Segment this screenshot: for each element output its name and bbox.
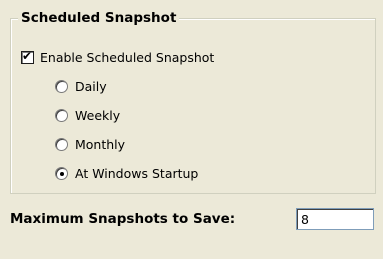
max-snapshots-input[interactable]: 8 bbox=[296, 208, 374, 230]
radio-daily-label: Daily bbox=[75, 79, 107, 94]
radio-circle[interactable] bbox=[55, 109, 68, 122]
radio-monthly-label: Monthly bbox=[75, 137, 126, 152]
group-title: Scheduled Snapshot bbox=[18, 10, 180, 26]
radio-selected-dot-icon bbox=[59, 171, 64, 176]
checkbox-box[interactable]: ✔ bbox=[21, 49, 34, 64]
enable-scheduled-snapshot-checkbox[interactable]: ✔ Enable Scheduled Snapshot bbox=[21, 49, 215, 65]
radio-at-windows-startup[interactable]: At Windows Startup bbox=[55, 166, 198, 181]
radio-circle[interactable] bbox=[55, 138, 68, 151]
radio-weekly[interactable]: Weekly bbox=[55, 108, 120, 123]
radio-circle[interactable] bbox=[55, 80, 68, 93]
radio-daily[interactable]: Daily bbox=[55, 79, 107, 94]
enable-scheduled-snapshot-label: Enable Scheduled Snapshot bbox=[40, 50, 215, 65]
radio-weekly-label: Weekly bbox=[75, 108, 121, 123]
checkmark-icon: ✔ bbox=[22, 49, 33, 63]
radio-monthly[interactable]: Monthly bbox=[55, 137, 125, 152]
radio-circle[interactable] bbox=[55, 167, 68, 180]
max-snapshots-label: Maximum Snapshots to Save: bbox=[10, 211, 236, 227]
radio-at-windows-startup-label: At Windows Startup bbox=[75, 166, 199, 181]
